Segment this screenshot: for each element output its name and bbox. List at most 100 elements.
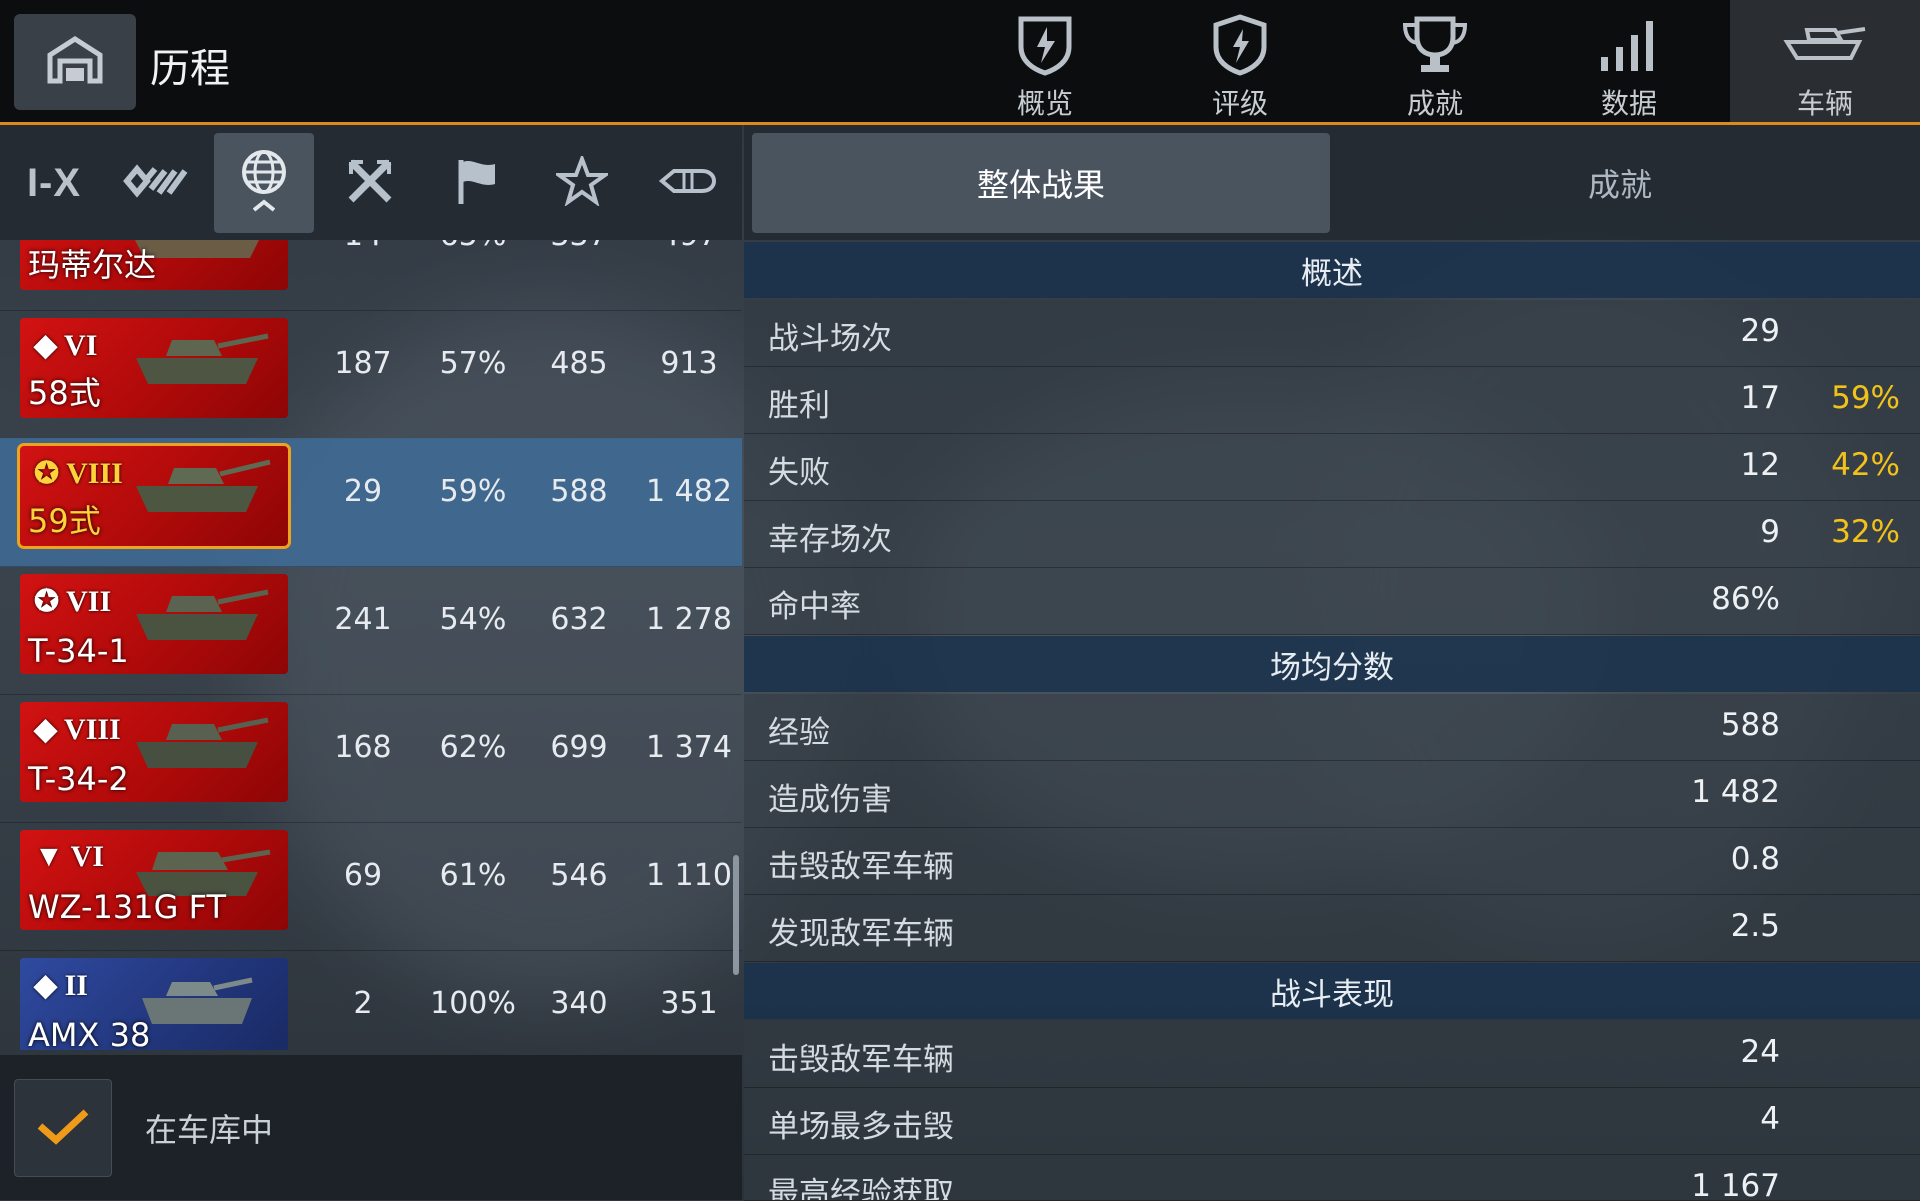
tier-filter-button[interactable]: I-X bbox=[4, 133, 104, 233]
tab-label: 评级 bbox=[1211, 87, 1268, 120]
vehicle-name: T-34-1 bbox=[28, 632, 129, 670]
stat-row: 单场最多击毁 4 bbox=[744, 1088, 1920, 1155]
garage-icon bbox=[46, 35, 104, 89]
tier-filter-label: I-X bbox=[26, 160, 82, 205]
stat-value: 1 482 bbox=[1691, 774, 1780, 810]
tab-label: 概览 bbox=[1016, 87, 1073, 120]
vehicle-row[interactable]: ▼ VI WZ-131G FT 69 61% 546 1 110 bbox=[0, 822, 742, 951]
stat-percent: 59% bbox=[1831, 380, 1900, 416]
stat-value: 9 bbox=[1760, 514, 1780, 550]
section-header-overview: 概述 bbox=[744, 242, 1920, 298]
tab-label: 成就 bbox=[1406, 87, 1463, 120]
filter-bar: I-X bbox=[0, 125, 742, 240]
vehicle-list[interactable]: 玛蒂尔达 14 65% 337 497 ◆ VI 58式 187 57% 485… bbox=[0, 240, 742, 1050]
stat-row: 幸存场次 9 32% bbox=[744, 501, 1920, 568]
tab-vehicles[interactable]: 车辆 bbox=[1730, 0, 1920, 122]
stat-row: 击毁敌军车辆 24 bbox=[744, 1021, 1920, 1088]
trophy-icon bbox=[1399, 12, 1471, 78]
vehicle-name: WZ-131G FT bbox=[28, 888, 226, 926]
avg-damage-cell: 1 278 bbox=[646, 602, 732, 637]
vehicle-list-scrollbar[interactable] bbox=[733, 855, 739, 975]
stat-label: 失败 bbox=[768, 455, 830, 491]
stat-value: 1 167 bbox=[1691, 1168, 1780, 1201]
vehicle-card: ◆ II AMX 38 bbox=[20, 958, 288, 1050]
stat-label: 经验 bbox=[768, 715, 830, 751]
battles-cell: 241 bbox=[334, 602, 392, 637]
avg-damage-cell: 1 110 bbox=[646, 858, 732, 893]
stat-percent: 42% bbox=[1831, 447, 1900, 483]
stat-label: 单场最多击毁 bbox=[768, 1109, 954, 1145]
stat-value: 4 bbox=[1760, 1101, 1780, 1137]
tier-badge: ◆ VIII bbox=[34, 713, 121, 746]
battles-cell: 168 bbox=[334, 730, 392, 765]
stat-value: 588 bbox=[1720, 707, 1780, 743]
avg-xp-cell: 340 bbox=[550, 986, 608, 1021]
nation-filter-button[interactable] bbox=[214, 133, 314, 233]
stat-row: 胜利 17 59% bbox=[744, 367, 1920, 434]
vehicle-name: 玛蒂尔达 bbox=[28, 246, 157, 284]
avg-damage-cell: 1 374 bbox=[646, 730, 732, 765]
tab-rating[interactable]: 评级 bbox=[1145, 0, 1335, 122]
vehicle-row[interactable]: ✪ VII T-34-1 241 54% 632 1 278 bbox=[0, 566, 742, 695]
damage-filter-button[interactable] bbox=[638, 133, 738, 233]
in-garage-label: 在车库中 bbox=[145, 1111, 274, 1149]
tier-badge: ▼ VI bbox=[34, 840, 104, 873]
stats-panel: 整体战果 成就 概述 战斗场次 29 胜利 17 59% 失败 12 42% 幸… bbox=[744, 125, 1920, 1201]
vehicle-row[interactable]: 玛蒂尔达 14 65% 337 497 bbox=[0, 240, 742, 311]
winrate-filter-button[interactable] bbox=[426, 133, 526, 233]
vehicle-card: ✪ VII T-34-1 bbox=[20, 574, 288, 674]
avg-xp-cell: 588 bbox=[550, 474, 608, 509]
stat-row: 最高经验获取 1 167 bbox=[744, 1155, 1920, 1201]
vehicle-row[interactable]: ◆ VIII T-34-2 168 62% 699 1 374 bbox=[0, 694, 742, 823]
battles-cell: 29 bbox=[343, 474, 383, 509]
tank-silhouette-icon bbox=[136, 333, 269, 384]
tab-overall-results[interactable]: 整体战果 bbox=[752, 133, 1330, 233]
vehicle-card: ◆ VIII T-34-2 bbox=[20, 702, 288, 802]
stat-value: 24 bbox=[1740, 1034, 1780, 1070]
tab-overview[interactable]: 概览 bbox=[950, 0, 1140, 122]
vehicle-name: AMX 38 bbox=[28, 1016, 151, 1050]
winrate-cell: 59% bbox=[439, 474, 507, 509]
winrate-cell: 65% bbox=[418, 240, 528, 253]
vehicle-row-selected[interactable]: ✪ VIII 59式 29 59% 588 1 482 bbox=[0, 438, 742, 567]
battles-cell: 14 bbox=[308, 240, 418, 253]
avg-xp-cell: 632 bbox=[550, 602, 608, 637]
stat-percent: 32% bbox=[1831, 514, 1900, 550]
battles-filter-button[interactable] bbox=[320, 133, 420, 233]
vehicle-name: 58式 bbox=[28, 374, 101, 412]
stat-label: 发现敌军车辆 bbox=[768, 916, 954, 952]
stat-row: 造成伤害 1 482 bbox=[744, 761, 1920, 828]
tab-achievements[interactable]: 成就 bbox=[1340, 0, 1530, 122]
avg-xp-cell: 337 bbox=[524, 240, 634, 253]
globe-icon bbox=[239, 146, 289, 220]
vehicle-row[interactable]: ◆ VI 58式 187 57% 485 913 bbox=[0, 310, 742, 439]
experience-filter-button[interactable] bbox=[532, 133, 632, 233]
tier-badge: ✪ VII bbox=[34, 585, 112, 618]
avg-xp-cell: 485 bbox=[550, 346, 608, 381]
flag-icon bbox=[453, 156, 499, 210]
avg-xp-cell: 699 bbox=[550, 730, 608, 765]
tab-data[interactable]: 数据 bbox=[1534, 0, 1724, 122]
rating-shield-icon bbox=[1210, 12, 1270, 78]
stat-value: 29 bbox=[1740, 313, 1780, 349]
crossed-swords-icon bbox=[345, 156, 395, 210]
in-garage-checkbox[interactable] bbox=[14, 1079, 112, 1177]
stat-row: 失败 12 42% bbox=[744, 434, 1920, 501]
home-button[interactable] bbox=[14, 14, 136, 110]
vehicle-row[interactable]: ◆ II AMX 38 2 100% 340 351 bbox=[0, 950, 742, 1050]
tab-achievements-sub[interactable]: 成就 bbox=[1330, 133, 1910, 233]
shield-icon bbox=[1013, 12, 1077, 78]
vehicle-card: 玛蒂尔达 bbox=[20, 240, 288, 290]
winrate-cell: 62% bbox=[439, 730, 507, 765]
stat-label: 造成伤害 bbox=[768, 782, 892, 818]
vehicle-card: ▼ VI WZ-131G FT bbox=[20, 830, 288, 930]
stat-label: 胜利 bbox=[768, 388, 830, 424]
stat-label: 命中率 bbox=[768, 589, 861, 625]
bar-chart-icon bbox=[1597, 12, 1661, 78]
winrate-cell: 54% bbox=[439, 602, 507, 637]
bottom-bar: 在车库中 bbox=[0, 1055, 742, 1200]
avg-damage-cell: 1 482 bbox=[646, 474, 732, 509]
top-bar: 历程 概览 评级 成就 数据 车辆 bbox=[0, 0, 1920, 125]
tank-silhouette-icon bbox=[136, 459, 271, 512]
class-filter-button[interactable] bbox=[108, 133, 208, 233]
